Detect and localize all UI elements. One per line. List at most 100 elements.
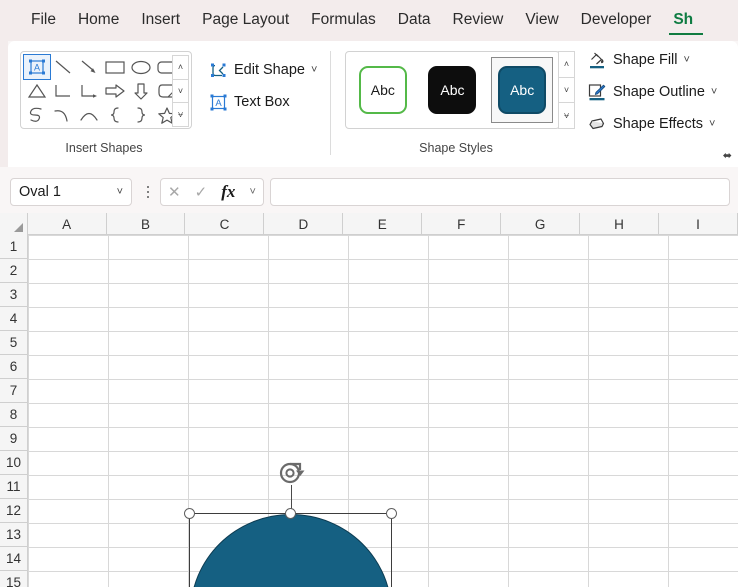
scroll-down-button[interactable]: ˅ [172, 79, 189, 104]
column-header-e[interactable]: E [343, 213, 423, 235]
tab-page-layout[interactable]: Page Layout [191, 5, 300, 36]
name-box[interactable]: Oval 1 ˅ [10, 178, 132, 206]
row-header-9[interactable]: 9 [0, 427, 27, 451]
row-header-1[interactable]: 1 [0, 235, 27, 259]
chevron-down-icon[interactable]: ˅ [117, 186, 123, 198]
chevron-down-icon[interactable]: ˅ [683, 54, 689, 66]
shape-line-arrow-icon[interactable] [76, 55, 102, 79]
ribbon-left-edge [0, 41, 8, 167]
shape-right-arrow-icon[interactable] [102, 79, 128, 103]
select-all-corner[interactable] [0, 213, 28, 235]
tab-file[interactable]: File [20, 5, 67, 36]
shape-elbow-connector-icon[interactable] [50, 79, 76, 103]
shape-outline-label: Shape Outline [613, 84, 705, 100]
scroll-up-button[interactable]: ˄ [172, 55, 189, 80]
shape-elbow-arrow-connector-icon[interactable] [76, 79, 102, 103]
formula-bar-options-button[interactable] [140, 185, 156, 199]
shape-down-arrow-icon[interactable] [128, 79, 154, 103]
tab-view[interactable]: View [514, 5, 569, 36]
formula-input[interactable] [270, 178, 730, 206]
shape-right-brace-icon[interactable] [128, 103, 154, 127]
shape-rectangle-icon[interactable] [102, 55, 128, 79]
edit-shape-icon [210, 62, 227, 79]
shape-gallery-grid: A [23, 54, 189, 127]
shape-line-icon[interactable] [50, 55, 76, 79]
shape-style-filled-blue[interactable]: Abc [491, 57, 553, 123]
tab-home[interactable]: Home [67, 5, 130, 36]
shape-curve-icon[interactable] [50, 103, 76, 127]
row-header-3[interactable]: 3 [0, 283, 27, 307]
worksheet-grid: A B C D E F G H I 1 2 3 4 5 6 7 8 9 10 1… [0, 213, 738, 587]
shape-styles-scrollbar[interactable]: ˄ ˅ ⩝ [558, 51, 575, 130]
shape-outline-button[interactable]: Shape Outline ˅ [584, 79, 721, 105]
row-header-13[interactable]: 13 [0, 523, 27, 547]
styles-scroll-down-button[interactable]: ˅ [558, 77, 575, 104]
shape-triangle-icon[interactable] [24, 79, 50, 103]
shape-style-thumbnail: Abc [498, 66, 547, 114]
text-box-label: Text Box [234, 94, 290, 110]
excel-window: File Home Insert Page Layout Formulas Da… [0, 0, 738, 587]
row-header-15[interactable]: 15 [0, 571, 27, 587]
more-shapes-button[interactable]: ⩝ [172, 103, 189, 128]
styles-more-button[interactable]: ⩝ [558, 103, 575, 130]
row-header-6[interactable]: 6 [0, 355, 27, 379]
shape-scribble-icon[interactable] [24, 103, 50, 127]
paint-bucket-icon [588, 51, 606, 69]
cell-area[interactable] [28, 235, 738, 587]
tab-data[interactable]: Data [387, 5, 442, 36]
row-header-2[interactable]: 2 [0, 259, 27, 283]
tab-developer[interactable]: Developer [570, 5, 663, 36]
edit-shape-button[interactable]: Edit Shape ˅ [206, 57, 321, 83]
insert-shapes-group-label: Insert Shapes [65, 141, 143, 155]
shape-style-sample-text: Abc [370, 82, 395, 98]
svg-text:A: A [34, 63, 40, 73]
column-header-c[interactable]: C [185, 213, 265, 235]
tab-review[interactable]: Review [442, 5, 515, 36]
formula-bar: Oval 1 ˅ ✕ ✓ fx ˅ [0, 171, 738, 213]
row-header-8[interactable]: 8 [0, 403, 27, 427]
tab-shape-format[interactable]: Sh [662, 5, 704, 36]
shape-styles-dialog-launcher[interactable]: ⬌ [718, 148, 732, 162]
column-header-i[interactable]: I [659, 213, 738, 235]
row-header-14[interactable]: 14 [0, 547, 27, 571]
chevron-down-icon[interactable]: ˅ [711, 86, 717, 98]
row-header-11[interactable]: 11 [0, 475, 27, 499]
column-header-f[interactable]: F [422, 213, 502, 235]
shape-arc-icon[interactable] [76, 103, 102, 127]
row-header-5[interactable]: 5 [0, 331, 27, 355]
shape-style-outline-green[interactable]: Abc [352, 57, 414, 123]
styles-scroll-up-button[interactable]: ˄ [558, 51, 575, 78]
pen-outline-icon [588, 83, 606, 101]
shape-effects-button[interactable]: Shape Effects ˅ [584, 111, 719, 137]
cancel-icon[interactable]: ✕ [168, 183, 181, 201]
shape-style-thumbnail: Abc [358, 66, 407, 114]
insert-function-icon[interactable]: fx [221, 182, 235, 202]
shape-fill-button[interactable]: Shape Fill ˅ [584, 47, 694, 73]
text-box-button[interactable]: A Text Box [206, 89, 294, 115]
tab-insert[interactable]: Insert [130, 5, 191, 36]
column-header-a[interactable]: A [28, 213, 107, 235]
shape-left-brace-icon[interactable] [102, 103, 128, 127]
shape-gallery-scrollbar[interactable]: ˄ ˅ ⩝ [172, 55, 189, 128]
shape-effects-icon [588, 115, 606, 133]
shape-oval-icon[interactable] [128, 55, 154, 79]
chevron-down-icon[interactable]: ˅ [311, 64, 317, 76]
shape-style-filled-black[interactable]: Abc [422, 57, 484, 123]
tab-formulas[interactable]: Formulas [300, 5, 387, 36]
row-header-12[interactable]: 12 [0, 499, 27, 523]
column-header-b[interactable]: B [107, 213, 186, 235]
row-header-4[interactable]: 4 [0, 307, 27, 331]
row-header-10[interactable]: 10 [0, 451, 27, 475]
column-header-g[interactable]: G [501, 213, 581, 235]
shape-style-sample-text: Abc [440, 82, 465, 98]
ribbon: A ˄ ˅ ⩝ Edit Shape ˅ A Text Box Insert S… [8, 41, 738, 167]
shape-textbox-icon[interactable]: A [23, 54, 51, 80]
column-header-d[interactable]: D [264, 213, 344, 235]
chevron-down-icon[interactable]: ˅ [709, 118, 715, 130]
enter-icon[interactable]: ✓ [195, 183, 208, 201]
column-header-h[interactable]: H [580, 213, 660, 235]
chevron-down-icon[interactable]: ˅ [249, 186, 255, 198]
insert-shapes-gallery[interactable]: A ˄ ˅ ⩝ [20, 51, 192, 129]
shape-styles-gallery[interactable]: Abc Abc Abc [345, 51, 560, 129]
row-header-7[interactable]: 7 [0, 379, 27, 403]
